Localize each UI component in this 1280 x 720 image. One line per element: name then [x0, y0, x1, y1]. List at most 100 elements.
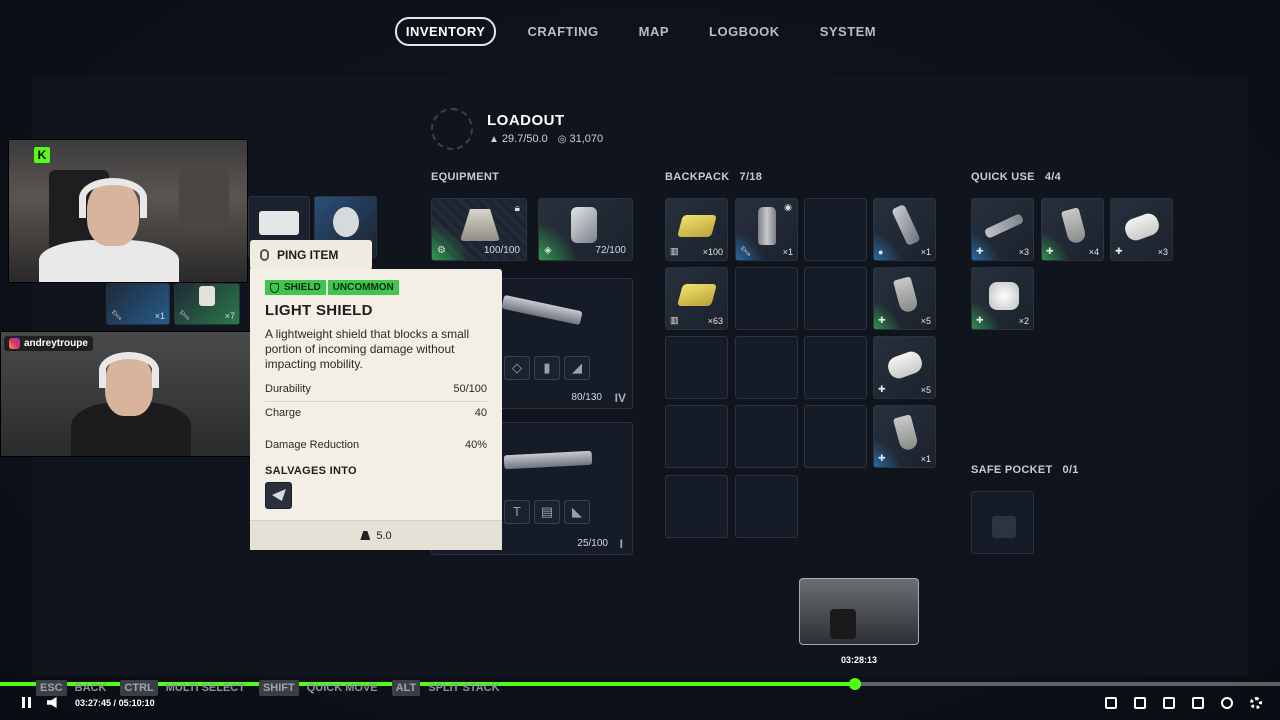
backpack-slot-7[interactable]: [804, 267, 867, 330]
progress-scrubber[interactable]: [849, 678, 862, 690]
miniplayer-icon[interactable]: [1105, 697, 1117, 709]
key-badge: SHIFT: [258, 680, 299, 696]
credits-stat: ◎ 31,070: [558, 133, 603, 145]
top-nav: INVENTORY CRAFTING MAP LOGBOOK SYSTEM: [0, 17, 1280, 46]
stat-value: 50/100: [453, 383, 487, 395]
backpack-slot-12[interactable]: ✚ ×5: [873, 336, 936, 399]
backpack-slot-1[interactable]: ▥ ×100: [665, 198, 728, 261]
stat-label: Durability: [265, 383, 311, 395]
salvage-title: SALVAGES INTO: [265, 465, 357, 477]
item-quantity: ×1: [920, 247, 931, 257]
tool-image: [983, 213, 1025, 239]
pause-icon[interactable]: [22, 697, 31, 708]
safe-pocket-label: SAFE POCKET: [971, 464, 1053, 476]
hint-label: SPLIT STACK: [428, 682, 500, 694]
weight-icon: ▲: [489, 134, 499, 145]
gear-icon[interactable]: [1250, 697, 1262, 709]
hint-label: BACK: [74, 682, 107, 694]
left-slot-c[interactable]: 🔧︎ ×1: [106, 283, 170, 325]
item-tooltip: SHIELD UNCOMMON LIGHT SHIELD A lightweig…: [250, 269, 502, 550]
bandage-image: [885, 348, 925, 382]
hint-multi-select[interactable]: CTRL MULTI SELECT: [120, 680, 245, 696]
background-clothes: [179, 170, 229, 230]
loadout-avatar-ring[interactable]: [431, 108, 473, 150]
item-quantity: ×5: [920, 385, 931, 395]
shield-image: [460, 209, 500, 241]
backpack-slot-4[interactable]: ● ×1: [873, 198, 936, 261]
attachment-slot-grip[interactable]: ◣: [564, 500, 590, 524]
key-badge: ESC: [36, 680, 67, 696]
equipment-title: EQUIPMENT: [431, 171, 500, 183]
backpack-slot-8[interactable]: ✚ ×5: [873, 267, 936, 330]
backpack-slot-3[interactable]: [804, 198, 867, 261]
backpack-slot-14[interactable]: [735, 405, 798, 468]
item-quantity: ×5: [920, 316, 931, 326]
coin-icon: ◎: [557, 134, 567, 145]
augment-slot[interactable]: ◈ 72/100: [538, 198, 633, 261]
shield-slot[interactable]: 🔒︎ ⚙ 100/100: [431, 198, 527, 261]
theater-mode-icon[interactable]: [1163, 697, 1175, 709]
instagram-icon: [9, 338, 20, 349]
stim-image: [892, 276, 920, 314]
tab-system[interactable]: SYSTEM: [811, 19, 885, 44]
ammo-box-image: [677, 284, 717, 306]
attachment-slot-underbarrel[interactable]: T: [504, 500, 530, 524]
volume-icon[interactable]: [47, 697, 57, 708]
bottle-image: [758, 207, 776, 245]
weapon-1-image: [501, 294, 583, 326]
plus-icon: ✚: [878, 384, 886, 394]
safe-pocket-slot[interactable]: [971, 491, 1034, 554]
backpack-slot-10[interactable]: [735, 336, 798, 399]
backpack-slot-9[interactable]: [665, 336, 728, 399]
ping-item-button[interactable]: PING ITEM: [250, 240, 372, 270]
backpack-slot-11[interactable]: [804, 336, 867, 399]
clip-icon[interactable]: [1134, 697, 1146, 709]
fullscreen-icon[interactable]: [1192, 697, 1204, 709]
hint-split-stack[interactable]: ALT SPLIT STACK: [391, 680, 500, 696]
backpack-slot-18[interactable]: [735, 475, 798, 538]
item-quantity: ×2: [1018, 316, 1029, 326]
wrench-icon: 🔧︎: [111, 310, 123, 320]
attachment-slot-stock[interactable]: ◢: [564, 356, 590, 380]
quick-use-slot-1[interactable]: ✚ ×3: [971, 198, 1034, 261]
backpack-slot-6[interactable]: [735, 267, 798, 330]
weapon-1-tier: IV: [614, 391, 626, 405]
person-shirt: [39, 240, 179, 282]
loadout-stats: ▲ 29.7/50.0 ◎ 31,070: [489, 133, 603, 145]
item-tags: SHIELD UNCOMMON: [265, 280, 399, 295]
time-display: 03:27:45 / 05:10:10: [75, 698, 155, 708]
weapon-2-tier: I: [619, 537, 623, 551]
hint-quick-move[interactable]: SHIFT QUICK MOVE: [258, 680, 378, 696]
eye-icon: ◉: [784, 202, 792, 212]
attachment-slot-muzzle[interactable]: ◇: [504, 356, 530, 380]
attachment-slot-mag[interactable]: ▮: [534, 356, 560, 380]
backpack-slot-17[interactable]: [665, 475, 728, 538]
item-quantity: ×3: [1157, 247, 1168, 257]
playback-speed-icon[interactable]: [1221, 697, 1233, 709]
left-slot-d[interactable]: 🔧︎ ×7: [174, 283, 240, 325]
headphones: [79, 178, 147, 218]
quick-use-slot-2[interactable]: ✚ ×4: [1041, 198, 1104, 261]
grenade-image: [891, 203, 921, 247]
item-quantity: ×7: [224, 311, 235, 321]
backpack-slot-2[interactable]: ◉ 🔧︎ ×1: [735, 198, 798, 261]
tab-logbook[interactable]: LOGBOOK: [700, 19, 789, 44]
backpack-slot-5[interactable]: ▥ ×63: [665, 267, 728, 330]
item-name: LIGHT SHIELD: [265, 302, 373, 319]
backpack-slot-16[interactable]: ✚ ×1: [873, 405, 936, 468]
backpack-slot-13[interactable]: [665, 405, 728, 468]
preview-figure: [830, 609, 856, 639]
backpack-slot-15[interactable]: [804, 405, 867, 468]
shield-durability: 100/100: [483, 245, 520, 256]
hint-back[interactable]: ESC BACK: [36, 680, 107, 696]
quick-use-slot-4[interactable]: ✚ ×2: [971, 267, 1034, 330]
tab-map[interactable]: MAP: [630, 19, 678, 44]
tab-crafting[interactable]: CRAFTING: [518, 19, 607, 44]
type-tag-label: SHIELD: [284, 282, 321, 293]
quick-use-slot-3[interactable]: ✚ ×3: [1110, 198, 1173, 261]
plus-icon: ✚: [976, 246, 984, 256]
attachment-slot-magazine[interactable]: ▤: [534, 500, 560, 524]
tab-inventory[interactable]: INVENTORY: [394, 17, 497, 46]
player-controls-left: 03:27:45 / 05:10:10: [22, 697, 155, 708]
stat-damage-reduction: Damage Reduction 40%: [265, 439, 487, 457]
